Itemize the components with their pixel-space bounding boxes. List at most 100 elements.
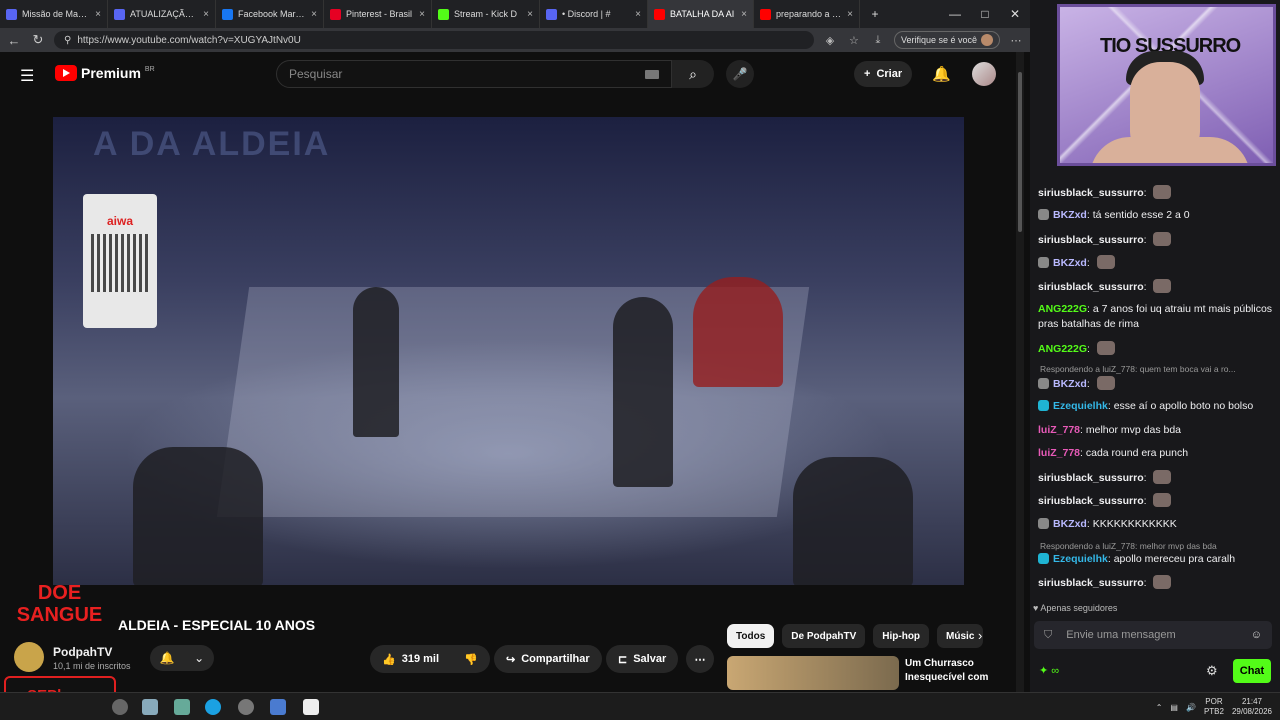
channel-name[interactable]: PodpahTV <box>53 645 112 659</box>
close-tab-icon[interactable]: × <box>95 9 101 20</box>
chat-username[interactable]: Ezequielhk <box>1053 400 1108 412</box>
subscription-bell-button[interactable]: 🔔 ⌄ <box>150 645 214 671</box>
more-actions-button[interactable]: ⋯ <box>686 645 714 673</box>
close-tab-icon[interactable]: × <box>419 9 425 20</box>
close-tab-icon[interactable]: × <box>203 9 209 20</box>
favorite-icon[interactable]: ☆ <box>846 34 862 47</box>
taskbar-app-icon[interactable] <box>174 699 190 715</box>
video-player[interactable]: A DA ALDEIA <box>53 117 964 585</box>
thumbs-down-icon[interactable]: 👎 <box>464 653 478 666</box>
browser-tab[interactable]: Facebook Marketplace × <box>216 0 324 28</box>
chat-username[interactable]: siriusblack_sussurro <box>1038 472 1144 484</box>
browser-tab[interactable]: Stream - Kick D × <box>432 0 540 28</box>
recommended-video-thumbnail[interactable] <box>727 656 899 690</box>
notifications-bell-icon[interactable]: 🔔 <box>932 65 951 83</box>
voice-search-button[interactable]: 🎤 <box>726 60 754 88</box>
chat-username[interactable]: siriusblack_sussurro <box>1038 281 1144 293</box>
minimize-icon[interactable]: — <box>940 7 970 21</box>
taskbar-app-icon[interactable] <box>303 699 319 715</box>
chat-username[interactable]: BKZxd <box>1053 378 1087 390</box>
close-tab-icon[interactable]: × <box>741 9 747 20</box>
account-avatar[interactable] <box>972 62 996 86</box>
close-tab-icon[interactable]: × <box>847 9 853 20</box>
chat-input[interactable]: ⛉ Envie uma mensagem ☺ <box>1034 621 1272 649</box>
channel-points[interactable]: ✦ ∞ <box>1039 664 1059 677</box>
youtube-logo[interactable]: Premium BR <box>55 65 155 81</box>
taskbar-app-icon[interactable] <box>112 699 128 715</box>
chat-text: cada round era punch <box>1085 447 1189 459</box>
chat-username[interactable]: siriusblack_sussurro <box>1038 187 1144 199</box>
close-tab-icon[interactable]: × <box>311 9 317 20</box>
create-button[interactable]: + Criar <box>854 61 913 87</box>
chat-username[interactable]: BKZxd <box>1053 209 1087 221</box>
chat-username[interactable]: ANG222G <box>1038 303 1087 315</box>
emoji-icon[interactable]: ☺ <box>1251 629 1262 641</box>
recommended-video-title[interactable]: Um Churrasco Inesquecível com <box>905 657 1005 685</box>
filter-chip[interactable]: Músic <box>937 624 984 648</box>
chat-send-button[interactable]: Chat <box>1233 659 1271 683</box>
maximize-icon[interactable]: □ <box>970 7 1000 21</box>
clock-time: 21:47 <box>1241 697 1262 706</box>
chat-username[interactable]: BKZxd <box>1053 518 1087 530</box>
share-button[interactable]: ↪ Compartilhar <box>494 645 602 673</box>
browser-tab[interactable]: Missão de Masmorra × <box>0 0 108 28</box>
scrollbar-thumb[interactable] <box>1018 72 1022 232</box>
filter-chip[interactable]: Todos <box>727 624 775 648</box>
search-input[interactable]: Pesquisar <box>276 60 672 88</box>
clock[interactable]: 21:47 29/08/2026 <box>1232 697 1272 717</box>
page-scrollbar[interactable] <box>1016 52 1024 692</box>
menu-icon[interactable]: ⋯ <box>1008 34 1024 47</box>
taskbar-app-icon[interactable] <box>142 699 158 715</box>
tab-favicon <box>6 8 17 20</box>
new-tab-button[interactable]: + <box>860 7 890 21</box>
gear-icon[interactable]: ⚙ <box>1206 663 1218 679</box>
chat-username[interactable]: siriusblack_sussurro <box>1038 577 1144 589</box>
chat-text: melhor mvp das bda <box>1085 424 1182 436</box>
chevron-right-icon[interactable]: › <box>978 628 982 643</box>
taskbar-app-icon[interactable] <box>238 699 254 715</box>
browser-tab[interactable]: • Discord | # × <box>540 0 648 28</box>
shield-icon: ⛉ <box>1044 628 1053 641</box>
extension-icon[interactable]: ◈ <box>822 34 838 47</box>
chevron-up-icon[interactable]: ⌃ <box>1156 703 1163 712</box>
like-button[interactable]: 👍 319 mil 👎 <box>370 645 490 673</box>
site-info-icon[interactable]: ⚲ <box>64 35 71 46</box>
channel-avatar[interactable] <box>14 642 44 672</box>
network-icon[interactable]: ▤ <box>1170 703 1178 712</box>
chat-username[interactable]: ANG222G <box>1038 343 1087 355</box>
chat-message: BKZxd: <box>1038 255 1274 271</box>
download-icon[interactable]: ⤓ <box>870 34 886 47</box>
keyboard-icon[interactable] <box>645 69 659 79</box>
filter-chip[interactable]: De PodpahTV <box>782 624 866 648</box>
close-window-icon[interactable]: ✕ <box>1000 7 1030 21</box>
chat-username[interactable]: luiZ_778 <box>1038 447 1080 459</box>
chat-username[interactable]: luiZ_778 <box>1038 424 1080 436</box>
volume-icon[interactable]: 🔊 <box>1186 703 1196 712</box>
chat-username[interactable]: siriusblack_sussurro <box>1038 234 1144 246</box>
video-figure <box>613 297 673 487</box>
qr-brand: aiwa <box>106 214 133 228</box>
hamburger-menu-icon[interactable]: ☰ <box>20 66 34 86</box>
edge-icon[interactable] <box>205 699 221 715</box>
reload-icon[interactable]: ↻ <box>30 32 46 48</box>
browser-tab[interactable]: ATUALIZAÇÃO 2.0 | × <box>108 0 216 28</box>
taskbar-app-icon[interactable] <box>270 699 286 715</box>
save-button[interactable]: ⊏ Salvar <box>606 645 679 673</box>
filter-chip[interactable]: Hip-hop <box>873 624 930 648</box>
address-bar[interactable]: ⚲ https://www.youtube.com/watch?v=XUGYAJ… <box>54 31 814 49</box>
browser-tab[interactable]: BATALHA DA AI × <box>648 0 754 28</box>
chat-username[interactable]: siriusblack_sussurro <box>1038 495 1144 507</box>
chat-username[interactable]: BKZxd <box>1053 257 1087 269</box>
browser-tab-bar: Missão de Masmorra×ATUALIZAÇÃO 2.0 |×Fac… <box>0 0 1030 28</box>
browser-tab[interactable]: Pinterest - Brasil × <box>324 0 432 28</box>
browser-tab[interactable]: preparando a última × <box>754 0 860 28</box>
back-icon[interactable]: ← <box>6 33 22 48</box>
chat-username[interactable]: Ezequielhk <box>1053 553 1108 565</box>
profile-verify-button[interactable]: Verifique se é você <box>893 31 1000 49</box>
close-tab-icon[interactable]: × <box>635 9 641 20</box>
recommendation-chips: Todos De PodpahTV Hip-hop Músic <box>727 624 984 648</box>
chat-placeholder: Envie uma mensagem <box>1066 629 1176 641</box>
input-language[interactable]: POR PTB2 <box>1204 697 1224 717</box>
close-tab-icon[interactable]: × <box>527 9 533 20</box>
search-button[interactable]: ⌕ <box>672 60 714 88</box>
